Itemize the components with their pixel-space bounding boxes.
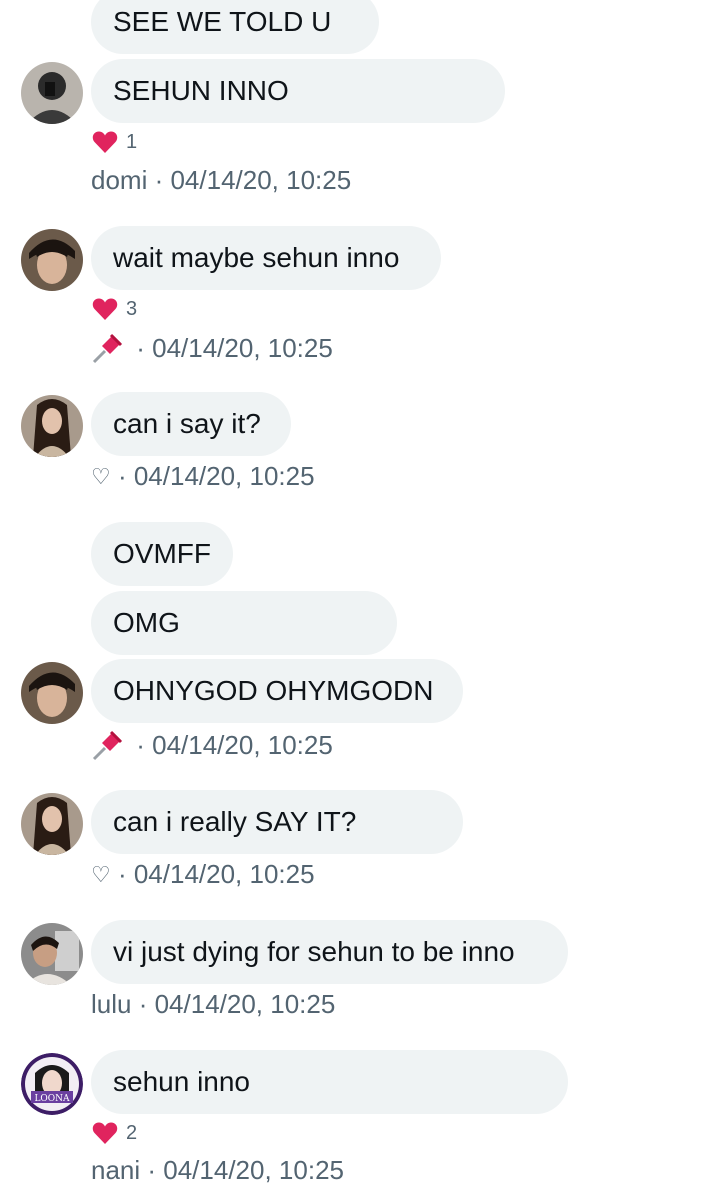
message-bubble[interactable]: SEE WE TOLD U bbox=[91, 0, 379, 54]
avatar[interactable] bbox=[21, 229, 83, 291]
message-text: vi just dying for sehun to be inno bbox=[113, 936, 515, 967]
sender-name[interactable]: lulu bbox=[91, 989, 131, 1020]
pushpin-icon bbox=[92, 730, 123, 761]
separator: · bbox=[110, 859, 134, 889]
message-meta: · 04/14/20, 10:25 bbox=[91, 728, 333, 762]
message-bubble[interactable]: wait maybe sehun inno bbox=[91, 226, 441, 290]
avatar[interactable] bbox=[21, 395, 83, 457]
message-bubble[interactable]: sehun inno bbox=[91, 1050, 568, 1114]
timestamp: 04/14/20, 10:25 bbox=[170, 165, 352, 195]
separator: · bbox=[131, 989, 155, 1019]
timestamp: 04/14/20, 10:25 bbox=[133, 859, 315, 889]
heart-icon bbox=[92, 131, 118, 153]
message-bubble[interactable]: OMG bbox=[91, 591, 397, 655]
heart-icon bbox=[92, 298, 118, 320]
message-text: can i really SAY IT? bbox=[113, 806, 357, 837]
separator: · bbox=[129, 729, 153, 760]
separator: · bbox=[110, 461, 134, 491]
reaction-count: 2 bbox=[126, 1121, 138, 1144]
message-meta: ♡ · 04/14/20, 10:25 bbox=[91, 461, 315, 492]
message-meta: lulu · 04/14/20, 10:25 bbox=[91, 989, 335, 1020]
message-meta: domi · 04/14/20, 10:25 bbox=[91, 165, 351, 196]
reaction-badge[interactable]: 1 bbox=[92, 130, 137, 154]
message-text: wait maybe sehun inno bbox=[113, 242, 400, 273]
message-bubble[interactable]: SEHUN INNO bbox=[91, 59, 505, 123]
avatar[interactable] bbox=[21, 923, 83, 985]
message-meta: ♡ · 04/14/20, 10:25 bbox=[91, 859, 315, 890]
message-bubble[interactable]: OHNYGOD OHYMGODN bbox=[91, 659, 463, 723]
message-text: OVMFF bbox=[113, 538, 211, 569]
message-bubble[interactable]: OVMFF bbox=[91, 522, 233, 586]
avatar[interactable] bbox=[21, 662, 83, 724]
heart-outline-icon[interactable]: ♡ bbox=[91, 862, 111, 888]
sender-name[interactable]: nani bbox=[91, 1155, 140, 1186]
message-text: SEE WE TOLD U bbox=[113, 6, 332, 37]
message-text: SEHUN INNO bbox=[113, 75, 289, 106]
heart-outline-icon[interactable]: ♡ bbox=[91, 464, 111, 490]
message-text: OHNYGOD OHYMGODN bbox=[113, 675, 434, 706]
svg-text:LOONA: LOONA bbox=[34, 1094, 70, 1104]
message-bubble[interactable]: can i really SAY IT? bbox=[91, 790, 463, 854]
message-bubble[interactable]: vi just dying for sehun to be inno bbox=[91, 920, 568, 984]
heart-icon bbox=[92, 1122, 118, 1144]
separator: · bbox=[129, 332, 153, 363]
message-meta: nani · 04/14/20, 10:25 bbox=[91, 1155, 344, 1186]
message-bubble[interactable]: can i say it? bbox=[91, 392, 291, 456]
reaction-count: 3 bbox=[126, 297, 138, 320]
timestamp: 04/14/20, 10:25 bbox=[133, 461, 315, 491]
timestamp: 04/14/20, 10:25 bbox=[152, 729, 333, 760]
reaction-badge[interactable]: 2 bbox=[92, 1121, 137, 1145]
separator: · bbox=[147, 165, 171, 195]
avatar[interactable] bbox=[21, 62, 83, 124]
pushpin-icon bbox=[92, 333, 123, 364]
reaction-count: 1 bbox=[126, 130, 138, 153]
timestamp: 04/14/20, 10:25 bbox=[152, 332, 333, 363]
separator: · bbox=[140, 1155, 164, 1185]
message-text: OMG bbox=[113, 607, 180, 638]
timestamp: 04/14/20, 10:25 bbox=[154, 989, 336, 1019]
avatar[interactable]: LOONA bbox=[21, 1053, 83, 1115]
message-text: sehun inno bbox=[113, 1066, 251, 1097]
message-meta: · 04/14/20, 10:25 bbox=[91, 331, 333, 365]
reaction-badge[interactable]: 3 bbox=[92, 297, 137, 321]
timestamp: 04/14/20, 10:25 bbox=[163, 1155, 344, 1185]
sender-name[interactable]: domi bbox=[91, 165, 147, 196]
avatar[interactable] bbox=[21, 793, 83, 855]
message-text: can i say it? bbox=[113, 408, 261, 439]
